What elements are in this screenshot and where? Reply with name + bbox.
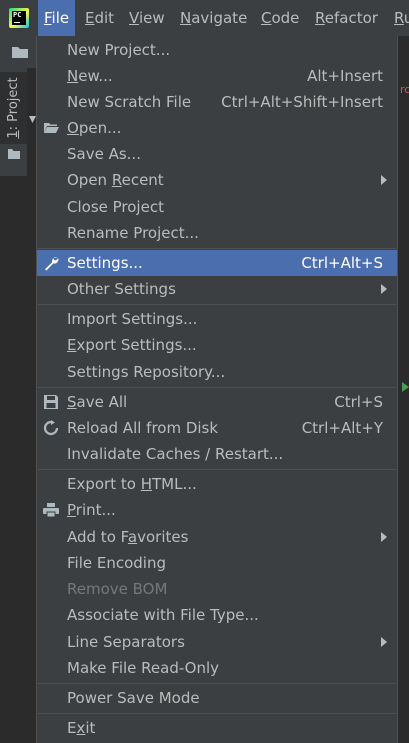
submenu-arrow-icon xyxy=(381,532,387,542)
menu-item-invalidate-caches[interactable]: Invalidate Caches / Restart... xyxy=(37,441,397,467)
navigation-toolbar xyxy=(0,36,36,68)
menu-file[interactable]: File xyxy=(38,0,76,36)
menu-item-line-separators[interactable]: Line Separators xyxy=(37,629,397,655)
logo-text: PC xyxy=(13,11,22,19)
menu-item-reload-all[interactable]: Reload All from Disk Ctrl+Alt+Y xyxy=(37,415,397,441)
menu-item-close-project[interactable]: Close Project xyxy=(37,194,397,220)
menu-item-power-save-mode[interactable]: Power Save Mode xyxy=(37,685,397,711)
menu-edit[interactable]: Edit xyxy=(79,0,120,36)
menu-code[interactable]: Code xyxy=(255,0,305,36)
menu-item-associate-file-type[interactable]: Associate with File Type... xyxy=(37,602,397,628)
menu-refactor[interactable]: Refactor xyxy=(309,0,384,36)
menu-item-open[interactable]: Open... xyxy=(37,115,397,141)
menu-navigate[interactable]: Navigate xyxy=(174,0,253,36)
open-folder-icon xyxy=(44,123,59,133)
menu-item-add-to-favorites[interactable]: Add to Favorites xyxy=(37,524,397,550)
shortcut-label: Ctrl+Alt+Shift+Insert xyxy=(221,93,383,111)
menu-item-save-all[interactable]: Save All Ctrl+S xyxy=(37,389,397,415)
submenu-arrow-icon xyxy=(381,284,387,294)
project-tab-label[interactable]: 1: Project xyxy=(2,70,26,146)
save-disk-icon xyxy=(44,395,58,409)
menu-separator xyxy=(38,469,396,470)
menu-item-new-scratch-file[interactable]: New Scratch File Ctrl+Alt+Shift+Insert xyxy=(37,89,397,115)
pycharm-logo-icon[interactable]: PC xyxy=(9,8,29,28)
menu-item-new[interactable]: New... Alt+Insert xyxy=(37,63,397,89)
menu-item-file-encoding[interactable]: File Encoding xyxy=(37,550,397,576)
menu-separator xyxy=(38,387,396,388)
menu-item-exit[interactable]: Exit xyxy=(37,715,397,741)
expand-arrow-icon[interactable] xyxy=(29,116,36,124)
submenu-arrow-icon xyxy=(381,637,387,647)
menu-item-save-as[interactable]: Save As... xyxy=(37,141,397,167)
menu-run[interactable]: Ru xyxy=(388,0,409,36)
menu-item-new-project[interactable]: New Project... xyxy=(37,37,397,63)
refresh-icon xyxy=(43,420,59,436)
wrench-icon xyxy=(45,257,59,271)
menu-item-remove-bom: Remove BOM xyxy=(67,580,168,598)
shortcut-label: Ctrl+Alt+Y xyxy=(301,419,383,437)
shortcut-label: Ctrl+S xyxy=(334,393,383,411)
run-gutter-icon[interactable] xyxy=(402,382,409,392)
menu-view[interactable]: View xyxy=(123,0,171,36)
submenu-arrow-icon xyxy=(381,175,387,185)
menu-item-export-html[interactable]: Export to HTML... xyxy=(37,471,397,497)
menu-item-print[interactable]: Print... xyxy=(37,497,397,523)
project-folder-icon xyxy=(8,149,20,159)
main-menu-bar: PC File Edit View Navigate Code Refactor… xyxy=(0,0,409,36)
menu-separator xyxy=(38,248,396,249)
menu-separator xyxy=(38,713,396,714)
menu-item-export-settings[interactable]: Export Settings... xyxy=(37,332,397,358)
shortcut-label: Alt+Insert xyxy=(307,67,383,85)
menu-item-settings-repository[interactable]: Settings Repository... xyxy=(37,359,397,385)
menu-item-import-settings[interactable]: Import Settings... xyxy=(37,306,397,332)
printer-icon xyxy=(43,503,59,518)
menu-item-make-read-only[interactable]: Make File Read-Only xyxy=(37,655,397,681)
editor-hint-text: rc xyxy=(400,83,409,96)
menu-item-settings[interactable]: Settings... Ctrl+Alt+S xyxy=(37,250,397,276)
folder-icon[interactable] xyxy=(11,45,29,59)
menu-item-rename-project[interactable]: Rename Project... xyxy=(37,220,397,246)
file-menu-dropdown: New Project... New... Alt+Insert New Scr… xyxy=(36,36,398,743)
menu-separator xyxy=(38,304,396,305)
shortcut-label: Ctrl+Alt+S xyxy=(301,254,383,272)
menu-item-open-recent[interactable]: Open Recent xyxy=(37,167,397,193)
menu-separator xyxy=(38,683,396,684)
menu-item-other-settings[interactable]: Other Settings xyxy=(37,276,397,302)
